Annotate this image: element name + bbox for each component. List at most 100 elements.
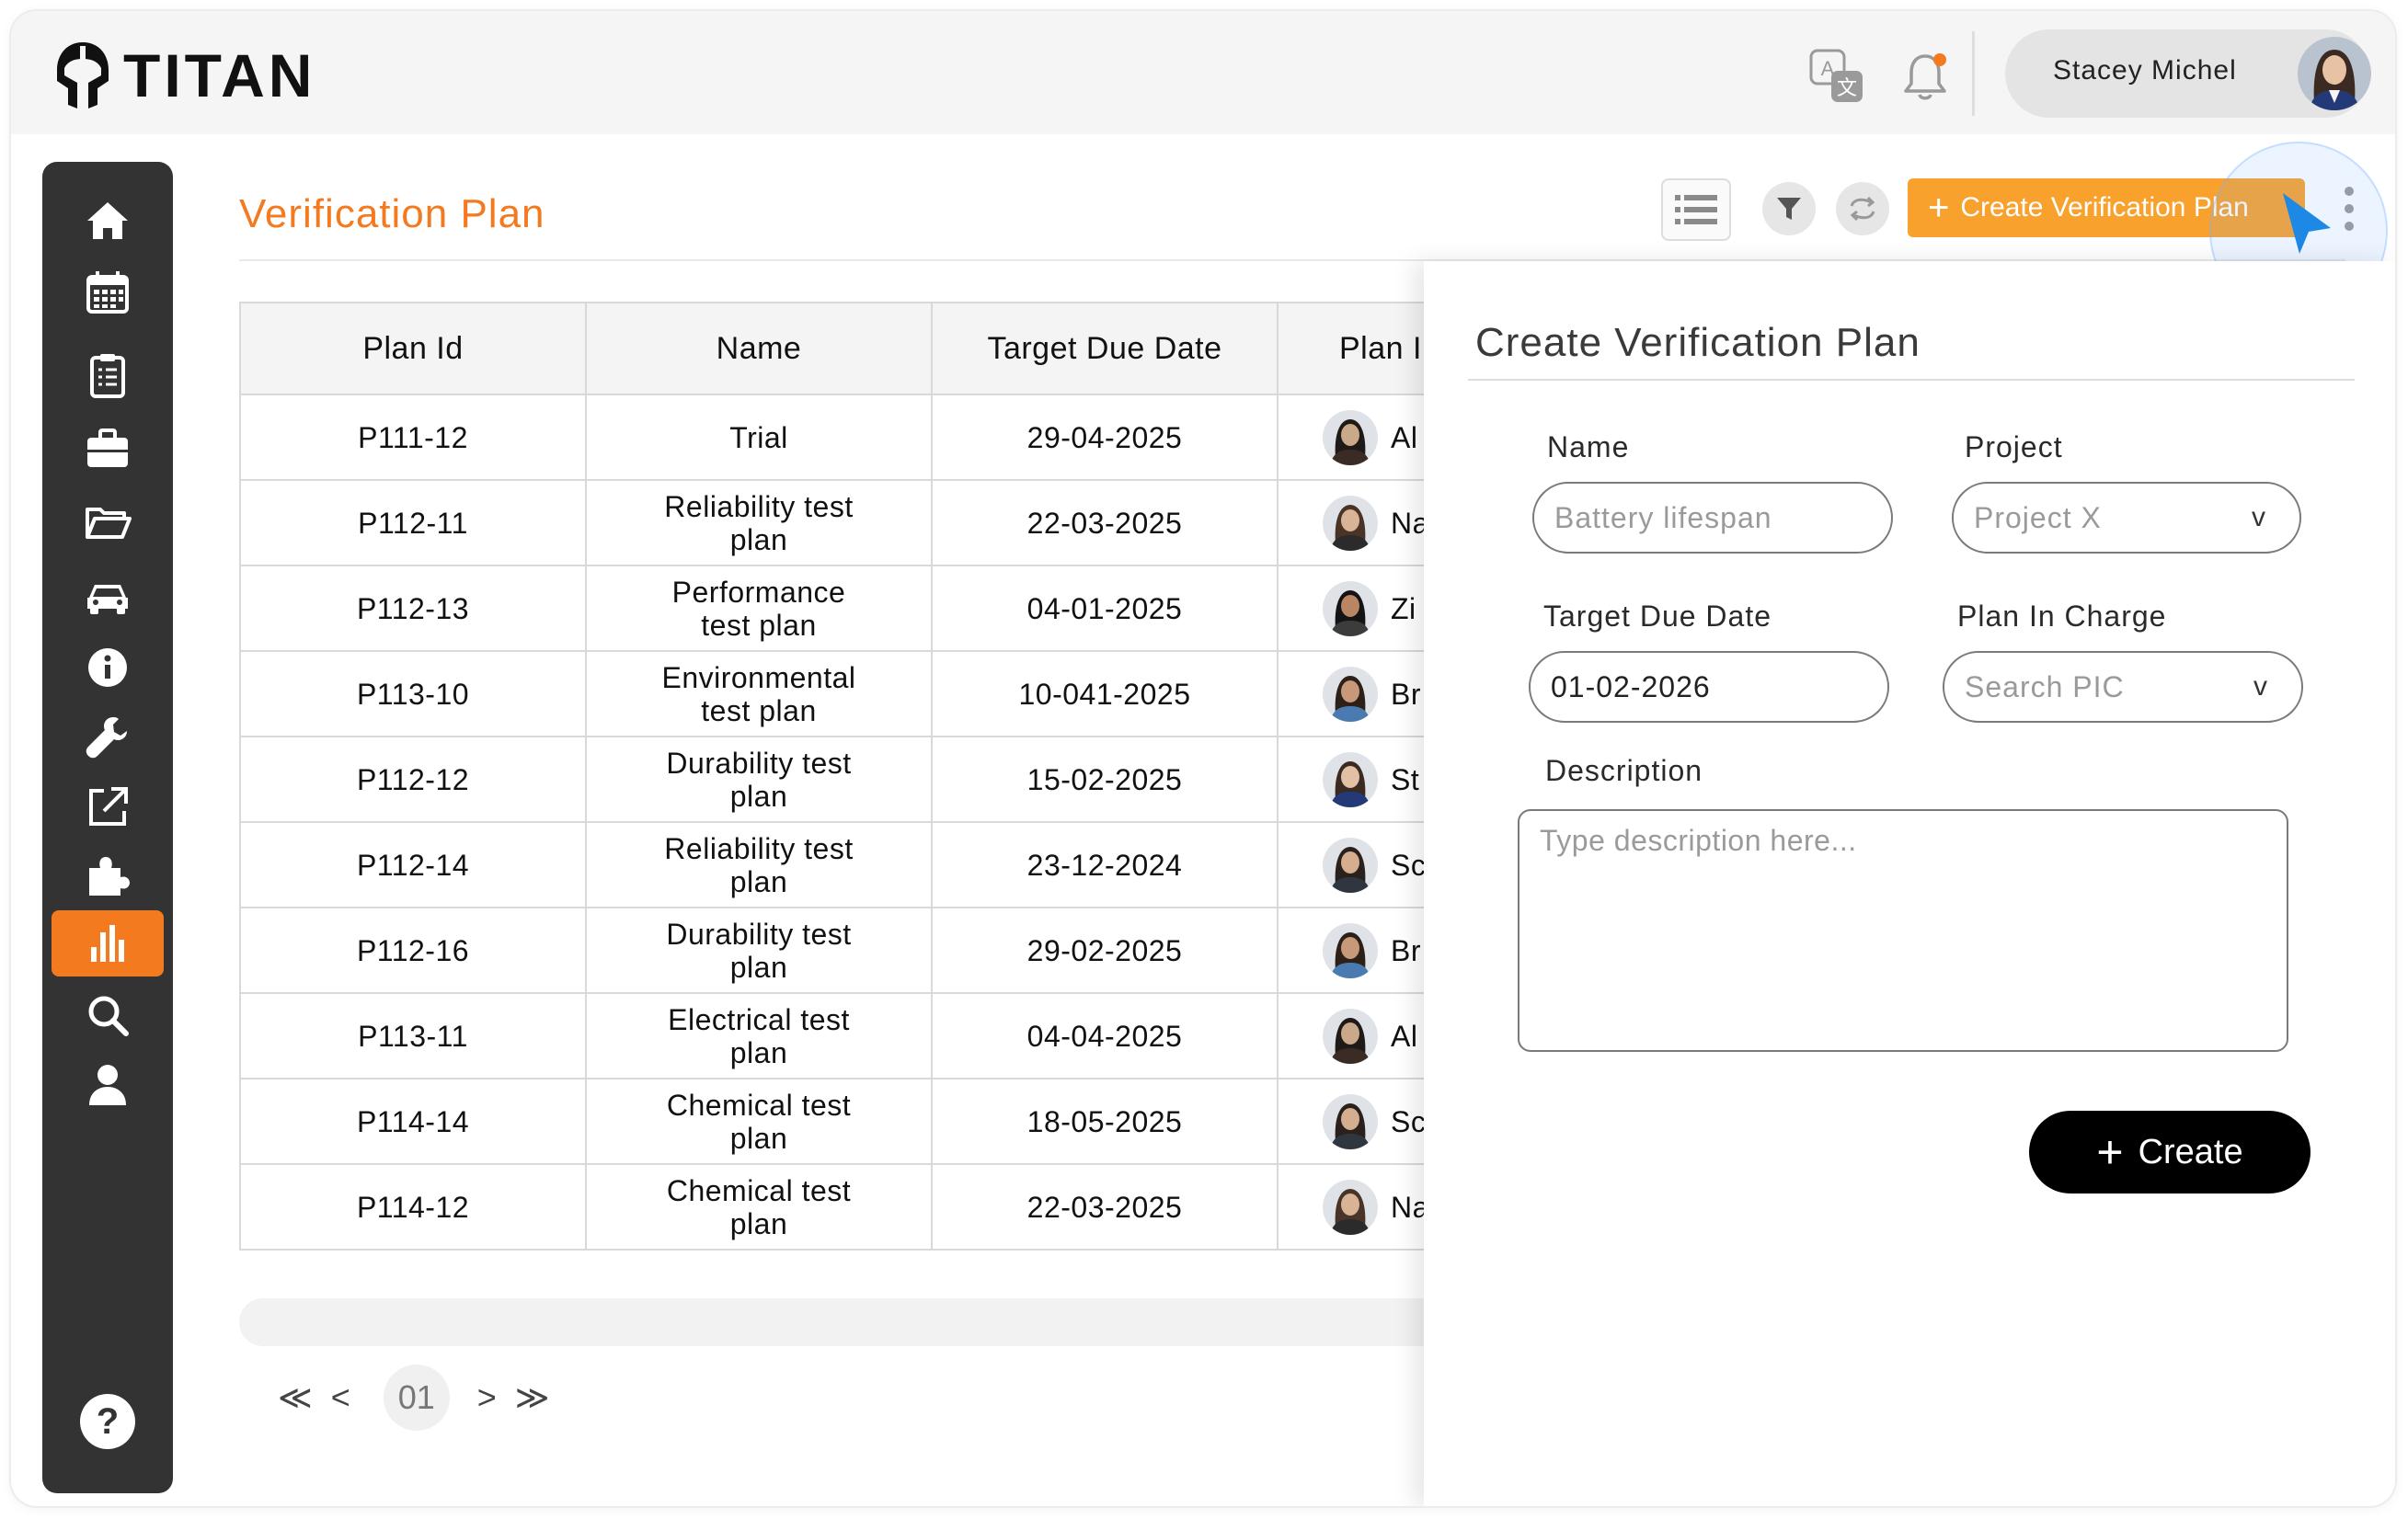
current-page[interactable]: 01 bbox=[383, 1365, 450, 1431]
sidebar-item-info[interactable] bbox=[52, 634, 164, 701]
name-input[interactable]: Battery lifespan bbox=[1532, 482, 1893, 554]
help-button[interactable]: ? bbox=[52, 1381, 164, 1462]
plan-id-cell: P113-11 bbox=[239, 992, 587, 1079]
project-label: Project bbox=[1965, 430, 2063, 463]
table-row[interactable]: P114-12 Chemical test plan 22-03-2025 Na bbox=[239, 1163, 1435, 1251]
sidebar-item-vehicles[interactable] bbox=[52, 563, 164, 629]
calendar-icon bbox=[86, 271, 129, 314]
plan-name-cell: Trial bbox=[585, 394, 933, 481]
plan-id-cell: P112-16 bbox=[239, 907, 587, 994]
project-select[interactable]: Project X v bbox=[1952, 482, 2301, 554]
avatar bbox=[1323, 922, 1378, 978]
sidebar-item-external[interactable] bbox=[52, 774, 164, 840]
plan-in-charge-cell: Zi bbox=[1277, 565, 1435, 652]
description-textarea[interactable]: Type description here... bbox=[1518, 809, 2288, 1052]
plan-in-charge-cell: Na bbox=[1277, 1163, 1435, 1251]
create-plan-drawer: Create Verification Plan Name Battery li… bbox=[1424, 261, 2395, 1506]
table-row[interactable]: P113-11 Electrical test plan 04-04-2025 Al bbox=[239, 992, 1435, 1079]
column-header-plan-in-charge[interactable]: Plan In Charge bbox=[1277, 302, 1435, 395]
column-header-name[interactable]: Name bbox=[585, 302, 933, 395]
sidebar-item-tools[interactable] bbox=[52, 704, 164, 771]
plan-in-charge-name: Br bbox=[1391, 677, 1421, 711]
sidebar-item-folder[interactable] bbox=[52, 489, 164, 555]
plan-in-charge-name: Sc bbox=[1391, 848, 1427, 882]
prev-page-button[interactable]: < bbox=[331, 1378, 350, 1417]
avatar bbox=[1323, 1008, 1378, 1064]
sidebar-item-clipboard[interactable] bbox=[52, 342, 164, 408]
plan-in-charge-name: Zi bbox=[1391, 591, 1416, 625]
user-icon bbox=[89, 1065, 126, 1105]
clipboard-icon bbox=[90, 354, 125, 398]
plan-in-charge-cell: Sc bbox=[1277, 821, 1435, 908]
target-due-date-label: Target Due Date bbox=[1543, 600, 1772, 633]
sidebar-item-search[interactable] bbox=[52, 982, 164, 1048]
plan-in-charge-cell: Sc bbox=[1277, 1078, 1435, 1165]
filter-button[interactable] bbox=[1762, 182, 1816, 235]
due-date-cell: 15-02-2025 bbox=[931, 736, 1279, 823]
last-page-button[interactable]: ≫ bbox=[515, 1378, 550, 1417]
plan-id-cell: P114-14 bbox=[239, 1078, 587, 1165]
avatar bbox=[1323, 580, 1378, 636]
user-name: Stacey Michel bbox=[2053, 55, 2237, 86]
description-label: Description bbox=[1545, 754, 1703, 787]
create-button[interactable]: + Create bbox=[2029, 1111, 2311, 1194]
plans-table: Plan Id Name Target Due Date Plan In Cha… bbox=[239, 302, 1435, 1263]
sidebar-item-users[interactable] bbox=[52, 1052, 164, 1118]
target-due-date-input[interactable]: 01-02-2026 bbox=[1529, 651, 1889, 723]
brand-name: TITAN bbox=[123, 41, 316, 109]
sidebar-item-integrations[interactable] bbox=[52, 842, 164, 908]
chevron-down-icon: v bbox=[2252, 502, 2266, 532]
table-row[interactable]: P113-10 Environmental test plan 10-041-202… bbox=[239, 650, 1435, 737]
avatar bbox=[1323, 666, 1378, 722]
plan-in-charge-cell: Na bbox=[1277, 479, 1435, 566]
column-header-target-due-date[interactable]: Target Due Date bbox=[931, 302, 1279, 395]
help-icon: ? bbox=[80, 1394, 135, 1449]
plan-id-cell: P112-14 bbox=[239, 821, 587, 908]
avatar[interactable] bbox=[2298, 37, 2371, 110]
avatar bbox=[1323, 409, 1378, 465]
plan-in-charge-select[interactable]: Search PIC v bbox=[1943, 651, 2303, 723]
plan-id-cell: P111-12 bbox=[239, 394, 587, 481]
plan-in-charge-name: Br bbox=[1391, 933, 1421, 967]
plan-in-charge-placeholder: Search PIC bbox=[1965, 669, 2125, 703]
table-row[interactable]: P112-13 Performance test plan 04-01-2025 Zi bbox=[239, 565, 1435, 652]
sidebar-item-home[interactable] bbox=[52, 188, 164, 254]
plan-name-cell: Durability test plan bbox=[585, 907, 933, 994]
column-header-plan-id[interactable]: Plan Id bbox=[239, 302, 587, 395]
sidebar-item-briefcase[interactable] bbox=[52, 416, 164, 482]
external-link-icon bbox=[89, 787, 128, 826]
sidebar-item-calendar[interactable] bbox=[52, 259, 164, 326]
due-date-cell: 22-03-2025 bbox=[931, 1163, 1279, 1251]
first-page-button[interactable]: ≪ bbox=[278, 1378, 313, 1417]
brand-logo[interactable]: TITAN bbox=[55, 39, 315, 112]
app-window: TITAN A 文 Stacey Michel ? Verification P… bbox=[11, 11, 2395, 1506]
due-date-cell: 22-03-2025 bbox=[931, 479, 1279, 566]
project-value: Project X bbox=[1974, 500, 2102, 534]
list-view-button[interactable] bbox=[1661, 178, 1731, 241]
create-verification-plan-label: Create Verification Plan bbox=[1960, 192, 2249, 223]
plus-icon: + bbox=[1928, 188, 1950, 228]
table-row[interactable]: P112-16 Durability test plan 29-02-2025 Br bbox=[239, 907, 1435, 994]
translate-icon[interactable]: A 文 bbox=[1805, 44, 1869, 108]
next-page-button[interactable]: > bbox=[477, 1378, 497, 1417]
table-row[interactable]: P111-12 Trial 29-04-2025 Al bbox=[239, 394, 1435, 481]
plan-in-charge-name: Al bbox=[1391, 420, 1418, 454]
plan-name-cell: Durability test plan bbox=[585, 736, 933, 823]
plan-name-cell: Chemical test plan bbox=[585, 1163, 933, 1251]
table-row[interactable]: P112-12 Durability test plan 15-02-2025 St bbox=[239, 736, 1435, 823]
table-row[interactable]: P112-11 Reliability test plan 22-03-2025 Na bbox=[239, 479, 1435, 566]
due-date-cell: 04-04-2025 bbox=[931, 992, 1279, 1079]
drawer-divider bbox=[1468, 379, 2355, 381]
table-row[interactable]: P112-14 Reliability test plan 23-12-2024 Sc bbox=[239, 821, 1435, 908]
horizontal-scrollbar[interactable] bbox=[239, 1298, 1444, 1346]
home-icon bbox=[87, 202, 128, 239]
plan-name-cell: Chemical test plan bbox=[585, 1078, 933, 1165]
sidebar-item-reports[interactable] bbox=[52, 910, 164, 976]
table-row[interactable]: P114-14 Chemical test plan 18-05-2025 Sc bbox=[239, 1078, 1435, 1165]
bell-icon[interactable] bbox=[1893, 44, 1957, 108]
chevron-down-icon: v bbox=[2253, 671, 2268, 702]
refresh-button[interactable] bbox=[1836, 182, 1889, 235]
due-date-cell: 23-12-2024 bbox=[931, 821, 1279, 908]
top-bar: TITAN A 文 Stacey Michel bbox=[11, 11, 2395, 134]
user-menu[interactable]: Stacey Michel bbox=[2005, 29, 2371, 118]
